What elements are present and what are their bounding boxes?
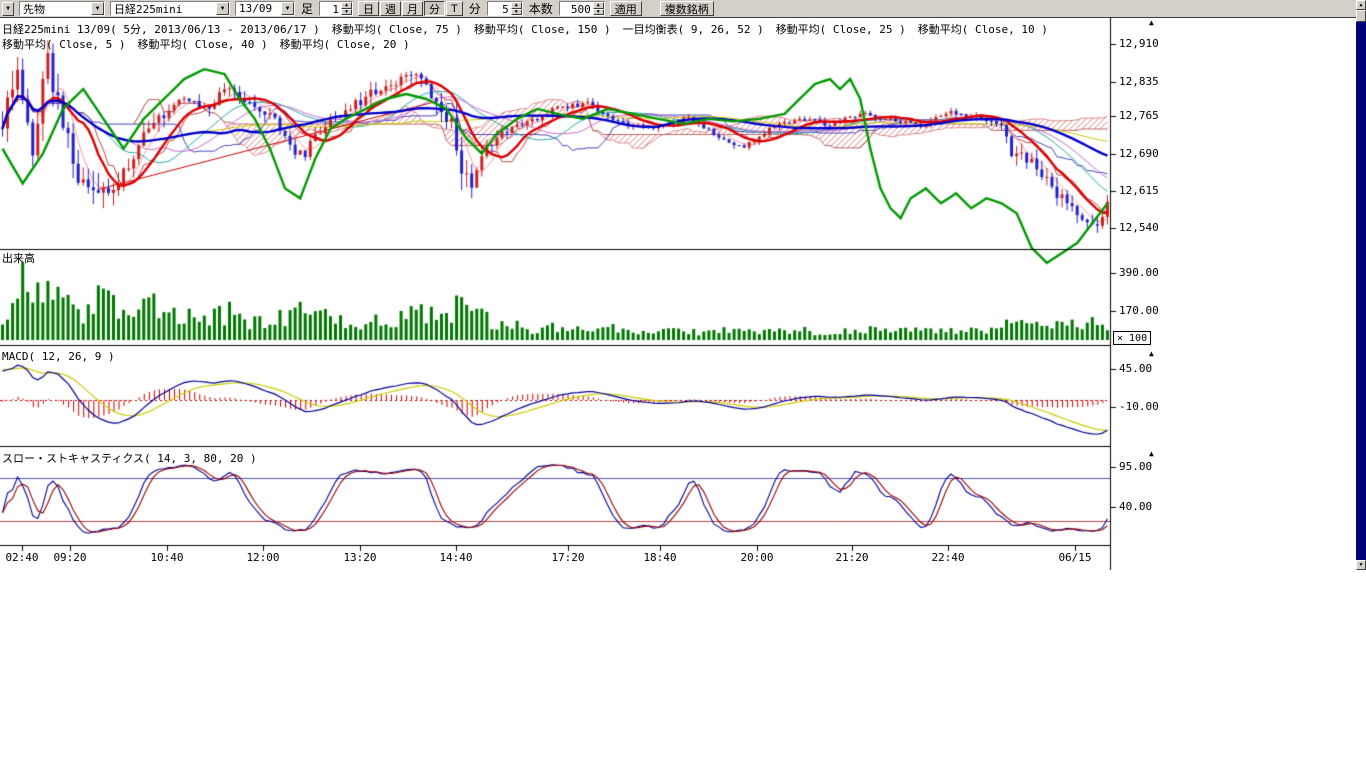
toolbar: ▼ 先物 ▼ 日経225mini ▼ 13/09 ▼ 足 1 ▲ ▼ 日 週 月… [0,0,1366,18]
time-axis-label: 14:40 [439,551,472,564]
bars-value: 500 [560,2,593,15]
macd-axis-label: 45.00 [1119,362,1152,375]
period-tick-button[interactable]: T [446,1,463,16]
time-axis-label: 18:40 [643,551,676,564]
period-week-button[interactable]: 週 [380,1,401,16]
minute-label: 分 [468,0,482,17]
time-axis-label: 06/15 [1058,551,1091,564]
legend-item: 移動平均( Close, 150 ) [474,21,611,37]
dropdown-arrow-icon[interactable]: ▼ [216,2,229,15]
time-axis-label: 22:40 [931,551,964,564]
bars-stepper[interactable]: 500 ▲ ▼ [559,1,605,16]
period-minute-button[interactable]: 分 [424,1,445,16]
volume-multiplier-badge: × 100 [1113,331,1151,345]
apply-button[interactable]: 適用 [610,1,642,16]
chart-region: ▼ 先物 ▼ 日経225mini ▼ 13/09 ▼ 足 1 ▲ ▼ 日 週 月… [0,0,1366,768]
period-day-button[interactable]: 日 [358,1,379,16]
caret-down-icon: ▼ [6,5,10,12]
stoch-axis-label: 40.00 [1119,500,1152,513]
macd-axis-label: -10.00 [1119,400,1159,413]
macd-pane-scale-button[interactable]: ▲ [1149,350,1154,358]
time-axis-label: 10:40 [150,551,183,564]
legend-item: 移動平均( Close, 10 ) [918,21,1048,37]
stoch-axis-label: 95.00 [1119,460,1152,473]
dropdown-arrow-icon[interactable]: ▼ [281,2,294,15]
price-axis-label: 12,690 [1119,147,1159,160]
interval-value: 1 [320,2,341,15]
interval-stepper[interactable]: 1 ▲ ▼ [319,1,353,16]
time-axis-label: 20:00 [740,551,773,564]
contract-select-value: 13/09 [239,2,272,15]
period-button-group: 日 週 月 分 T [358,1,463,16]
category-select[interactable]: 先物 ▼ [19,1,105,16]
bars-label: 本数 [528,0,554,17]
legend-item: 移動平均( Close, 75 ) [332,21,462,37]
time-axis-label: 09:20 [53,551,86,564]
symbol-select-value: 日経225mini [114,1,182,17]
dropdown-arrow-icon[interactable]: ▼ [91,2,104,15]
time-axis-label: 02:40 [5,551,38,564]
vertical-scrollbar[interactable]: ▲ ▼ [1356,0,1366,570]
spin-down-icon[interactable]: ▼ [511,9,522,16]
scrollbar-thumb[interactable] [1356,10,1366,22]
minute-value: 5 [488,2,511,15]
time-axis-label: 13:20 [343,551,376,564]
price-axis-label: 12,540 [1119,221,1159,234]
price-axis-label: 12,835 [1119,75,1159,88]
volume-pane-label: 出来高 [2,250,35,266]
volume-axis-label: 170.00 [1119,304,1159,317]
time-axis-label: 12:00 [246,551,279,564]
volume-axis-label: 390.00 [1119,266,1159,279]
legend-item: 移動平均( Close, 5 ) [2,36,125,52]
category-select-value: 先物 [23,1,45,17]
legend-row-1: 日経225mini 13/09( 5分, 2013/06/13 - 2013/0… [2,21,1048,37]
price-axis-label: 12,765 [1119,109,1159,122]
ashi-label: 足 [300,0,314,17]
chart-canvas[interactable] [0,17,1120,570]
contract-select[interactable]: 13/09 ▼ [235,1,295,16]
time-axis-label: 17:20 [551,551,584,564]
legend-row-2: 移動平均( Close, 5 ) 移動平均( Close, 40 ) 移動平均(… [2,36,410,52]
price-axis-label: 12,910 [1119,37,1159,50]
price-pane-scale-button[interactable]: ▲ [1149,19,1154,27]
chart-title: 日経225mini 13/09( 5分, 2013/06/13 - 2013/0… [2,21,320,37]
legend-item: 移動平均( Close, 20 ) [280,36,410,52]
stoch-pane-scale-button[interactable]: ▲ [1149,450,1154,458]
period-month-button[interactable]: 月 [402,1,423,16]
spin-down-icon[interactable]: ▼ [341,9,352,16]
multi-symbol-button[interactable]: 複数銘柄 [660,1,714,16]
stoch-pane-label: スロー・ストキャスティクス( 14, 3, 80, 20 ) [2,450,257,466]
legend-item: 移動平均( Close, 25 ) [776,21,906,37]
scroll-up-icon[interactable]: ▲ [1356,0,1366,10]
legend-item: 一目均衡表( 9, 26, 52 ) [623,21,764,37]
scroll-down-icon[interactable]: ▼ [1356,560,1366,570]
macd-pane-label: MACD( 12, 26, 9 ) [2,350,115,363]
legend-item: 移動平均( Close, 40 ) [137,36,267,52]
time-axis-label: 21:20 [835,551,868,564]
spin-down-icon[interactable]: ▼ [593,9,604,16]
symbol-select[interactable]: 日経225mini ▼ [110,1,230,16]
minute-stepper[interactable]: 5 ▲ ▼ [487,1,523,16]
price-axis-label: 12,615 [1119,184,1159,197]
toolbar-corner-button[interactable]: ▼ [2,2,14,16]
